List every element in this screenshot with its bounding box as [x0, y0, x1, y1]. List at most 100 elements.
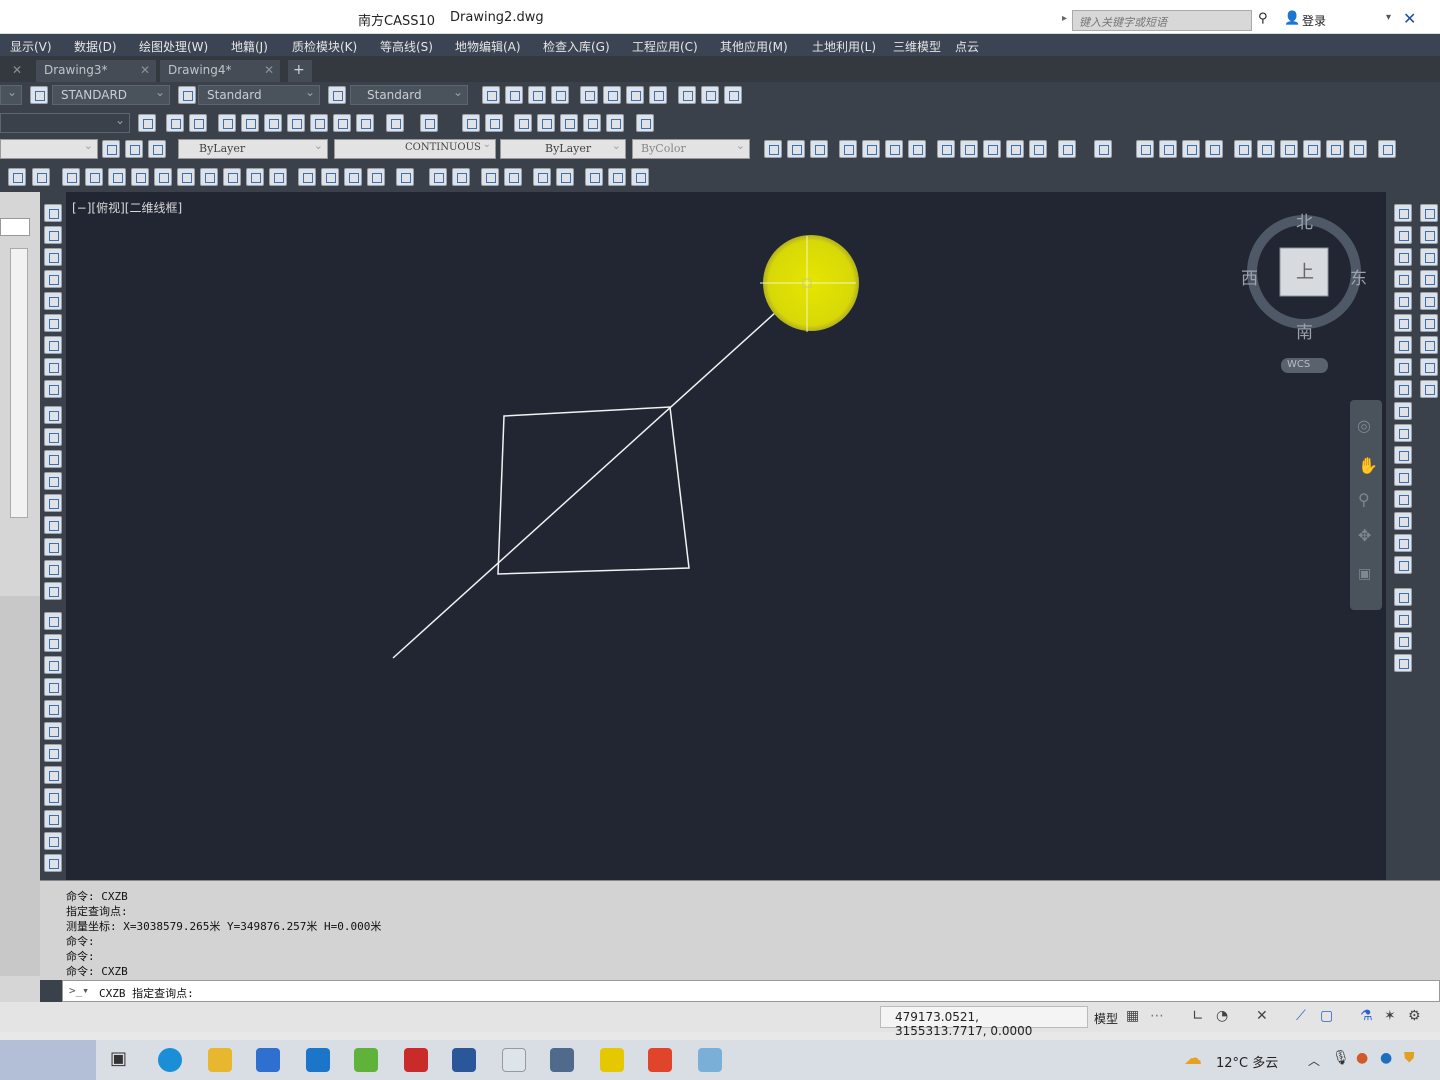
zoom-window-icon[interactable] — [1182, 140, 1200, 158]
draw-tool-icon[interactable] — [44, 560, 62, 578]
zoom-previous-icon[interactable] — [333, 114, 351, 132]
new-icon[interactable] — [764, 140, 782, 158]
text-style-select[interactable]: STANDARD — [52, 85, 170, 105]
style-combo[interactable] — [0, 85, 22, 105]
steering-wheel-icon[interactable]: ◎ — [1357, 416, 1371, 435]
properties-icon[interactable] — [1234, 140, 1252, 158]
spline-icon[interactable] — [44, 788, 62, 806]
modify-tool-icon[interactable] — [1394, 204, 1412, 222]
save-icon[interactable] — [189, 114, 207, 132]
menu-item[interactable]: 地籍(J) — [231, 38, 268, 55]
draw-tool-icon[interactable] — [44, 494, 62, 512]
menu-item[interactable]: 数据(D) — [74, 38, 117, 55]
modify-tool-icon[interactable] — [1420, 270, 1438, 288]
modify-tool-icon[interactable] — [1420, 336, 1438, 354]
cass-tool-icon[interactable] — [556, 168, 574, 186]
dim-icon[interactable] — [724, 86, 742, 104]
save-icon[interactable] — [810, 140, 828, 158]
orbit-icon[interactable]: ✥ — [1358, 526, 1371, 545]
table-style-select[interactable]: Standard — [350, 85, 468, 105]
cass-tool-icon[interactable] — [246, 168, 264, 186]
draw-tool-icon[interactable] — [44, 358, 62, 376]
draw-tool-icon[interactable] — [44, 428, 62, 446]
plotstyle-select[interactable]: ByColor — [632, 139, 750, 159]
modify-tool-icon[interactable] — [1420, 226, 1438, 244]
break-icon[interactable] — [1394, 468, 1412, 486]
insert-icon[interactable] — [44, 832, 62, 850]
sheet-icon[interactable] — [1303, 140, 1321, 158]
draw-tool-icon[interactable] — [44, 336, 62, 354]
cass-tool-icon[interactable] — [154, 168, 172, 186]
color-select[interactable]: ByLayer — [178, 139, 328, 159]
annotation-icon[interactable]: ⚗ — [1360, 1008, 1373, 1024]
cloud-icon[interactable] — [481, 168, 499, 186]
binoculars-icon[interactable]: ⚲ — [1258, 11, 1268, 26]
arc-icon[interactable] — [44, 722, 62, 740]
tool-icon[interactable] — [606, 114, 624, 132]
explode-icon[interactable] — [1394, 556, 1412, 574]
search-input[interactable]: 键入关键字或短语 — [1072, 10, 1252, 31]
dim-icon[interactable] — [649, 86, 667, 104]
menu-item[interactable]: 质检模块(K) — [292, 38, 357, 55]
rotate-icon[interactable] — [1394, 336, 1412, 354]
zoom-extents-icon[interactable] — [310, 114, 328, 132]
workspace-icon[interactable]: ⚙ — [1408, 1008, 1421, 1024]
dim-icon[interactable] — [580, 86, 598, 104]
shield-icon[interactable]: ⛊ — [1404, 1050, 1415, 1066]
expand-icon[interactable]: ▸ — [1062, 13, 1067, 24]
menu-item[interactable]: 地物编辑(A) — [455, 38, 521, 55]
tray-expand-icon[interactable]: ︿ — [1308, 1052, 1320, 1069]
compass-west[interactable]: 西 — [1241, 264, 1258, 289]
login-button[interactable]: 登录 — [1302, 12, 1326, 29]
print-icon[interactable] — [839, 140, 857, 158]
block-icon[interactable] — [44, 854, 62, 872]
cut-icon[interactable] — [937, 140, 955, 158]
cass-tool-icon[interactable] — [321, 168, 339, 186]
draworder-icon[interactable] — [1394, 632, 1412, 650]
menu-item[interactable]: 其他应用(M) — [720, 38, 788, 55]
task-view-icon[interactable]: ▣ — [110, 1048, 127, 1069]
modify-tool-icon[interactable] — [1420, 248, 1438, 266]
calculator-icon[interactable] — [1349, 140, 1367, 158]
menu-item[interactable]: 显示(V) — [10, 38, 52, 55]
tool-icon[interactable] — [583, 114, 601, 132]
layer-icon[interactable] — [138, 114, 156, 132]
settings-icon[interactable] — [396, 168, 414, 186]
edge-icon[interactable] — [158, 1048, 182, 1072]
modify-tool-icon[interactable] — [1394, 226, 1412, 244]
cass-tool-icon[interactable] — [177, 168, 195, 186]
draw-tool-icon[interactable] — [44, 380, 62, 398]
login-dropdown-icon[interactable]: ▾ — [1386, 12, 1391, 23]
properties-icon[interactable] — [356, 114, 374, 132]
app-icon[interactable] — [502, 1048, 526, 1072]
break-icon[interactable] — [1394, 446, 1412, 464]
coordinates-display[interactable]: 479173.0521, 3155313.7717, 0.0000 — [880, 1006, 1088, 1038]
publish-icon[interactable] — [885, 140, 903, 158]
exchange-icon[interactable]: ✕ — [1403, 9, 1416, 28]
modify-tool-icon[interactable] — [1420, 204, 1438, 222]
app-icon[interactable] — [698, 1048, 722, 1072]
draw-tool-icon[interactable] — [44, 226, 62, 244]
layer-icon[interactable] — [102, 140, 120, 158]
word-icon[interactable] — [452, 1048, 476, 1072]
polygon-icon[interactable] — [44, 678, 62, 696]
cass-tool-icon[interactable] — [32, 168, 50, 186]
arc-icon[interactable] — [44, 656, 62, 674]
scrollbar[interactable] — [10, 248, 28, 518]
menu-item[interactable]: 土地利用(L) — [812, 38, 876, 55]
draworder-icon[interactable] — [1394, 588, 1412, 606]
join-icon[interactable] — [1394, 490, 1412, 508]
model-space-button[interactable]: 模型 — [1094, 1010, 1118, 1027]
workspace-select[interactable] — [0, 113, 130, 133]
compass-east[interactable]: 东 — [1350, 264, 1367, 289]
cass-tool-icon[interactable] — [429, 168, 447, 186]
dim-style-select[interactable]: Standard — [198, 85, 320, 105]
close-icon[interactable]: ✕ — [12, 63, 22, 77]
markup-icon[interactable] — [1326, 140, 1344, 158]
cass-tool-icon[interactable] — [62, 168, 80, 186]
text-icon[interactable] — [482, 86, 500, 104]
dim-icon[interactable] — [551, 86, 569, 104]
rectangle-icon[interactable] — [44, 700, 62, 718]
stretch-icon[interactable] — [1394, 380, 1412, 398]
preview-icon[interactable] — [862, 140, 880, 158]
